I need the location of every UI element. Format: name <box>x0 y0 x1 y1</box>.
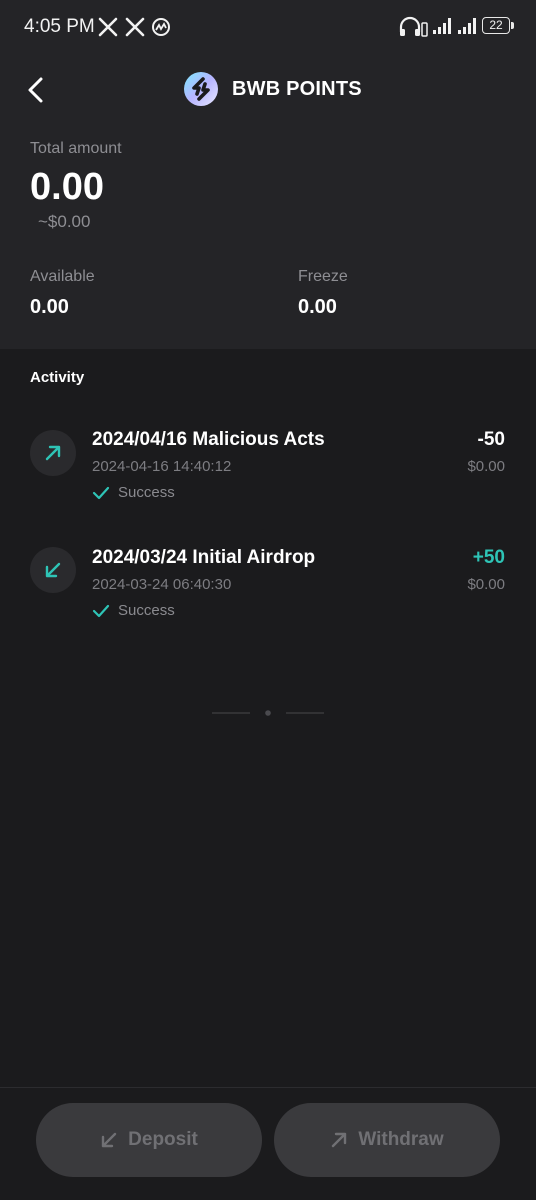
total-amount-value: 0.00 <box>30 166 104 208</box>
arrow-up-right-icon <box>30 430 76 476</box>
headphones-icon <box>399 16 428 37</box>
activity-status: Success <box>92 602 175 619</box>
activity-status-label: Success <box>118 484 175 501</box>
arrow-down-left-icon <box>101 1132 117 1148</box>
check-icon <box>92 604 110 618</box>
activity-item[interactable]: 2024/04/16 Malicious Acts 2024-04-16 14:… <box>0 420 536 520</box>
x-icon <box>98 17 118 37</box>
freeze-label: Freeze <box>298 268 348 285</box>
battery-tip <box>511 22 514 29</box>
activity-fiat: $0.00 <box>467 458 505 475</box>
status-time: 4:05 PM <box>24 16 95 37</box>
activity-heading: Activity <box>30 369 85 386</box>
total-amount-usd: ~$0.00 <box>38 212 91 231</box>
page-title: BWB POINTS <box>232 78 362 100</box>
x-icon <box>125 17 145 37</box>
activity-title: 2024/04/16 Malicious Acts <box>92 429 325 450</box>
deposit-button[interactable]: Deposit <box>36 1103 262 1177</box>
check-icon <box>92 486 110 500</box>
activity-amount: +50 <box>472 547 505 568</box>
signal-icon <box>458 18 476 34</box>
activity-amount: -50 <box>477 429 505 450</box>
signal-icon <box>433 18 451 34</box>
activity-status: Success <box>92 484 175 501</box>
bwb-logo-icon <box>184 72 218 106</box>
deposit-label: Deposit <box>128 1129 198 1150</box>
activity-item[interactable]: 2024/03/24 Initial Airdrop 2024-03-24 06… <box>0 538 536 638</box>
status-bar: 4:05 PM 22 <box>0 0 536 56</box>
activity-status-label: Success <box>118 602 175 619</box>
available-label: Available <box>30 268 95 285</box>
bottom-divider <box>0 1087 536 1088</box>
end-of-list-divider <box>212 710 324 716</box>
back-button[interactable] <box>20 72 54 108</box>
withdraw-button[interactable]: Withdraw <box>274 1103 500 1177</box>
freeze-value: 0.00 <box>298 296 337 318</box>
total-amount-label: Total amount <box>30 140 122 157</box>
arrow-down-left-icon <box>30 547 76 593</box>
coinmarketcap-icon <box>152 18 170 36</box>
activity-title: 2024/03/24 Initial Airdrop <box>92 547 316 568</box>
chevron-left-icon <box>28 77 43 103</box>
withdraw-label: Withdraw <box>358 1129 444 1150</box>
battery-icon: 22 <box>482 17 510 34</box>
arrow-up-right-icon <box>332 1132 347 1148</box>
available-value: 0.00 <box>30 296 69 318</box>
activity-datetime: 2024-03-24 06:40:30 <box>92 576 232 593</box>
activity-fiat: $0.00 <box>467 576 505 593</box>
activity-datetime: 2024-04-16 14:40:12 <box>92 458 232 475</box>
